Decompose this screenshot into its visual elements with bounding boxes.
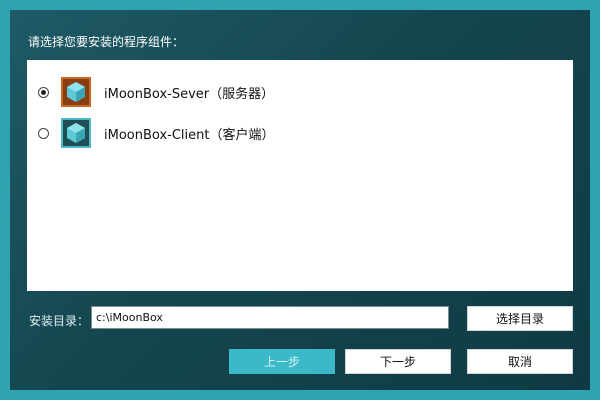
install-dir-input[interactable] xyxy=(91,306,449,329)
client-radio[interactable] xyxy=(38,127,49,139)
server-cube-icon xyxy=(61,77,91,107)
component-prompt: 请选择您要安装的程序组件： xyxy=(28,35,185,49)
client-label: iMoonBox-Client（客户端） xyxy=(104,127,275,143)
server-label: iMoonBox-Sever（服务器） xyxy=(104,86,275,102)
installer-window: 请选择您要安装的程序组件： iMoonBox-Sever（服务器） iMoonB… xyxy=(0,0,600,400)
browse-dir-button[interactable]: 选择目录 xyxy=(467,306,573,331)
component-list: iMoonBox-Sever（服务器） iMoonBox-Client（客户端） xyxy=(27,60,573,291)
cancel-button[interactable]: 取消 xyxy=(467,349,573,374)
client-cube-icon xyxy=(61,118,91,148)
prev-step-button[interactable]: 上一步 xyxy=(229,349,335,374)
install-dir-label: 安装目录： xyxy=(29,314,90,328)
server-radio[interactable] xyxy=(38,86,49,98)
next-step-button[interactable]: 下一步 xyxy=(345,349,451,374)
